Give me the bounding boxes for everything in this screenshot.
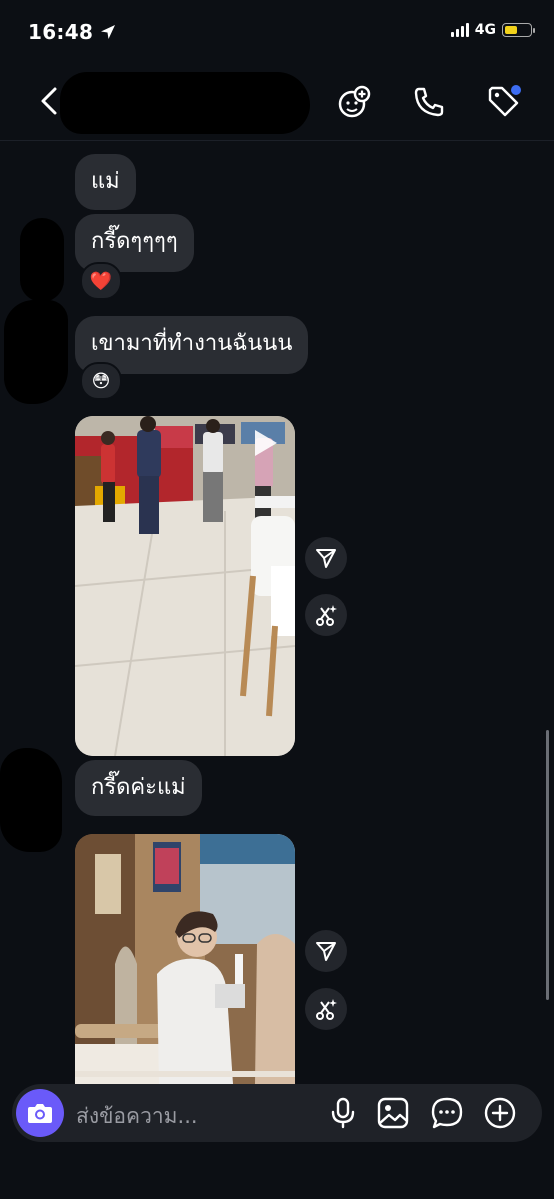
plus-icon[interactable] [483, 1096, 517, 1130]
video-message[interactable] [75, 416, 295, 756]
flushed-reaction[interactable]: 😳 [80, 362, 122, 400]
chat-header [0, 62, 554, 141]
ai-sparkle-icon [316, 605, 337, 626]
share-button[interactable] [305, 537, 347, 579]
battery-icon [502, 23, 535, 37]
mall-video-thumbnail [75, 416, 295, 756]
status-indicators: 4G [450, 22, 535, 38]
signal-icon [450, 23, 469, 37]
message-text: แม่ [91, 169, 120, 194]
scrollbar[interactable] [546, 730, 549, 1000]
reaction-emoji: ❤️ [89, 270, 113, 292]
microphone-icon[interactable] [326, 1096, 360, 1130]
ai-sparkle-icon [316, 999, 337, 1020]
message-text: กรี๊ดค่ะแม่ [91, 775, 186, 800]
share-icon [316, 549, 336, 568]
message-input[interactable]: ส่งข้อความ... [76, 1100, 198, 1133]
message-text: เขามาที่ทำงานฉันนน [91, 331, 293, 356]
ai-edit-button[interactable] [305, 594, 347, 636]
cafe-video-thumbnail [75, 834, 295, 1084]
status-time: 16:48 [28, 20, 116, 44]
reaction-emoji: 😳 [91, 370, 111, 392]
add-to-group-icon[interactable] [336, 84, 372, 120]
share-icon [316, 942, 336, 961]
heart-reaction[interactable]: ❤️ [80, 262, 122, 300]
sticker-message-icon[interactable] [430, 1096, 464, 1130]
redacted-avatar [0, 748, 62, 852]
network-label: 4G [474, 22, 496, 38]
location-arrow-icon [101, 25, 116, 39]
camera-button[interactable] [16, 1089, 64, 1137]
redacted-avatar [20, 218, 64, 302]
gallery-icon[interactable] [376, 1096, 410, 1130]
share-button[interactable] [305, 930, 347, 972]
ai-edit-button[interactable] [305, 988, 347, 1030]
message-bubble[interactable]: แม่ [75, 154, 136, 210]
redacted-contact-name[interactable] [60, 72, 310, 134]
message-bubble[interactable]: กรี๊ดค่ะแม่ [75, 760, 202, 816]
message-text: กรี๊ดๆๆๆๆ [91, 229, 178, 254]
phone-icon[interactable] [411, 84, 447, 120]
message-composer: ส่งข้อความ... [12, 1084, 542, 1142]
video-message[interactable] [75, 834, 295, 1084]
back-chevron-icon[interactable] [38, 86, 60, 116]
tag-icon[interactable] [486, 84, 522, 120]
camera-icon [28, 1104, 52, 1123]
redacted-avatar [4, 300, 68, 404]
